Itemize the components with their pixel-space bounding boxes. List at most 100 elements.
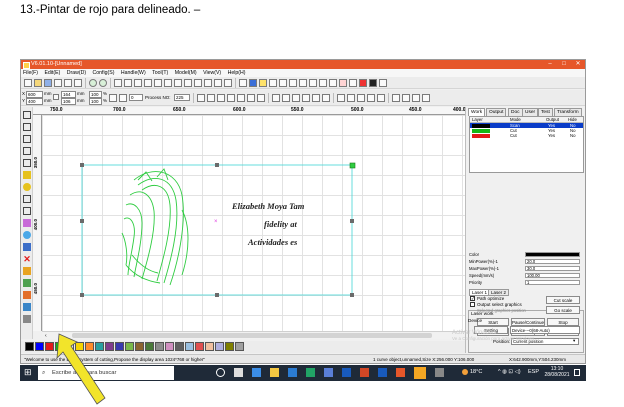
palette-swatch[interactable] [155,342,164,351]
same-height-icon[interactable] [302,94,310,102]
grid-icon[interactable] [329,79,337,87]
clock[interactable]: 13:10 28/08/2021 [544,366,570,378]
stop-icon[interactable] [339,79,347,87]
sphere-tool-icon[interactable] [23,231,31,239]
delete-tool-icon[interactable]: ✕ [23,255,31,264]
maximize-button[interactable]: □ [557,60,571,69]
align-center-h-icon[interactable] [237,94,245,102]
palette-swatch[interactable] [205,342,214,351]
menu-help[interactable]: Help(H) [228,70,246,76]
outlook-icon[interactable] [378,368,387,377]
warning-tool-icon[interactable] [23,267,31,275]
scroll-thumb[interactable] [72,333,432,338]
rectangle-tool-icon[interactable] [289,79,297,87]
same-width-icon[interactable] [292,94,300,102]
cut-scale-button[interactable]: Cut scale [546,296,580,304]
view-all-icon[interactable] [164,79,172,87]
windows-start-icon[interactable]: ⊞ [24,368,33,377]
scale-y-input[interactable]: 100 [89,98,102,105]
palette-swatch[interactable] [35,342,44,351]
x-position-input[interactable]: 600 [26,91,43,98]
tray-icons[interactable]: ^ ◍ ⊡ ◁) [498,369,521,375]
page-bottom-left-icon[interactable] [357,94,365,102]
page-top-left-icon[interactable] [337,94,345,102]
chrome-icon[interactable] [306,368,315,377]
palette-swatch[interactable] [135,342,144,351]
zoom-window-icon[interactable] [134,79,142,87]
zoom-out-icon[interactable] [124,79,132,87]
open-folder-icon[interactable] [34,79,42,87]
line-tool-icon[interactable] [23,123,31,131]
refresh-icon[interactable] [174,79,182,87]
palette-swatch[interactable] [195,342,204,351]
height-input[interactable]: 106 [61,98,76,105]
align-top-icon[interactable] [217,94,225,102]
tool-align-icon[interactable] [377,94,385,102]
palette-swatch[interactable] [225,342,234,351]
output-tool-icon[interactable] [23,279,31,287]
bitmap-tool-icon[interactable] [23,315,31,323]
laser-tool-icon[interactable] [23,291,31,299]
tab-doc[interactable]: Doc [508,108,523,116]
mirror-h-icon[interactable] [309,79,317,87]
scale-x-input[interactable]: 100 [89,91,102,98]
align-right-icon[interactable] [207,94,215,102]
cortana-icon[interactable] [216,368,225,377]
polyline-tool-icon[interactable] [23,135,31,143]
menu-file[interactable]: File(F) [23,70,38,76]
close-button[interactable]: ✕ [571,60,585,69]
menu-tool[interactable]: Tool(T) [152,70,168,76]
undo-icon[interactable] [74,79,82,87]
check-icon[interactable] [379,79,387,87]
rotate-icon[interactable] [119,94,127,102]
menu-handle[interactable]: Handle(W) [121,70,146,76]
edge-icon[interactable] [252,368,261,377]
active-app-icon[interactable] [414,367,426,379]
magic-wand-icon[interactable] [239,79,247,87]
t-shape-icon[interactable] [412,94,420,102]
node-edit-icon[interactable] [194,79,202,87]
array-icon[interactable] [269,79,277,87]
close-curve-icon[interactable] [214,79,222,87]
pan-icon[interactable] [154,79,162,87]
zoom-page-icon[interactable] [99,79,107,87]
save-icon[interactable] [44,79,52,87]
lock-ratio-icon[interactable] [109,94,117,102]
curve-tool-icon[interactable] [23,147,31,155]
distribute-h-icon[interactable] [272,94,280,102]
offset-icon[interactable] [279,79,287,87]
path-optimize-checkbox[interactable]: ✓ [470,296,475,301]
process-no-input[interactable]: 225 [174,94,190,101]
zoom-selected-icon[interactable] [144,79,152,87]
page-center-icon[interactable] [322,94,330,102]
palette-swatch[interactable] [185,342,194,351]
file-explorer-icon[interactable] [270,368,279,377]
tab-laser-1[interactable]: Laser 1 [469,289,491,296]
camera-icon[interactable] [369,79,377,87]
angle-input[interactable]: 0 [129,94,143,101]
scroll-left-icon[interactable]: ‹ [45,333,47,339]
prop-value[interactable]: 20.0 [525,259,580,264]
inverted-t-icon[interactable] [422,94,430,102]
point-tool-icon[interactable] [23,207,31,215]
align-left-icon[interactable] [197,94,205,102]
page-bottom-right-icon[interactable] [367,94,375,102]
layer-row[interactable]: Cut Yes No [470,133,583,138]
vectorize-tool-icon[interactable] [23,303,31,311]
minimize-button[interactable]: – [543,60,557,69]
word-icon[interactable] [342,368,351,377]
menu-edit[interactable]: Edit(E) [44,70,60,76]
palette-swatch[interactable] [115,342,124,351]
palette-swatch[interactable] [125,342,134,351]
mirror-v-icon[interactable] [319,79,327,87]
simulate-icon[interactable] [359,79,367,87]
rectangle-draw-icon[interactable] [23,171,31,179]
delete-overlap-icon[interactable] [224,79,232,87]
new-file-icon[interactable] [24,79,32,87]
palette-swatch[interactable] [25,342,34,351]
measure-icon[interactable] [184,79,192,87]
h-line-icon[interactable] [392,94,400,102]
align-bottom-icon[interactable] [227,94,235,102]
curve-smooth-icon[interactable] [204,79,212,87]
grid-tool-icon[interactable] [23,243,31,251]
